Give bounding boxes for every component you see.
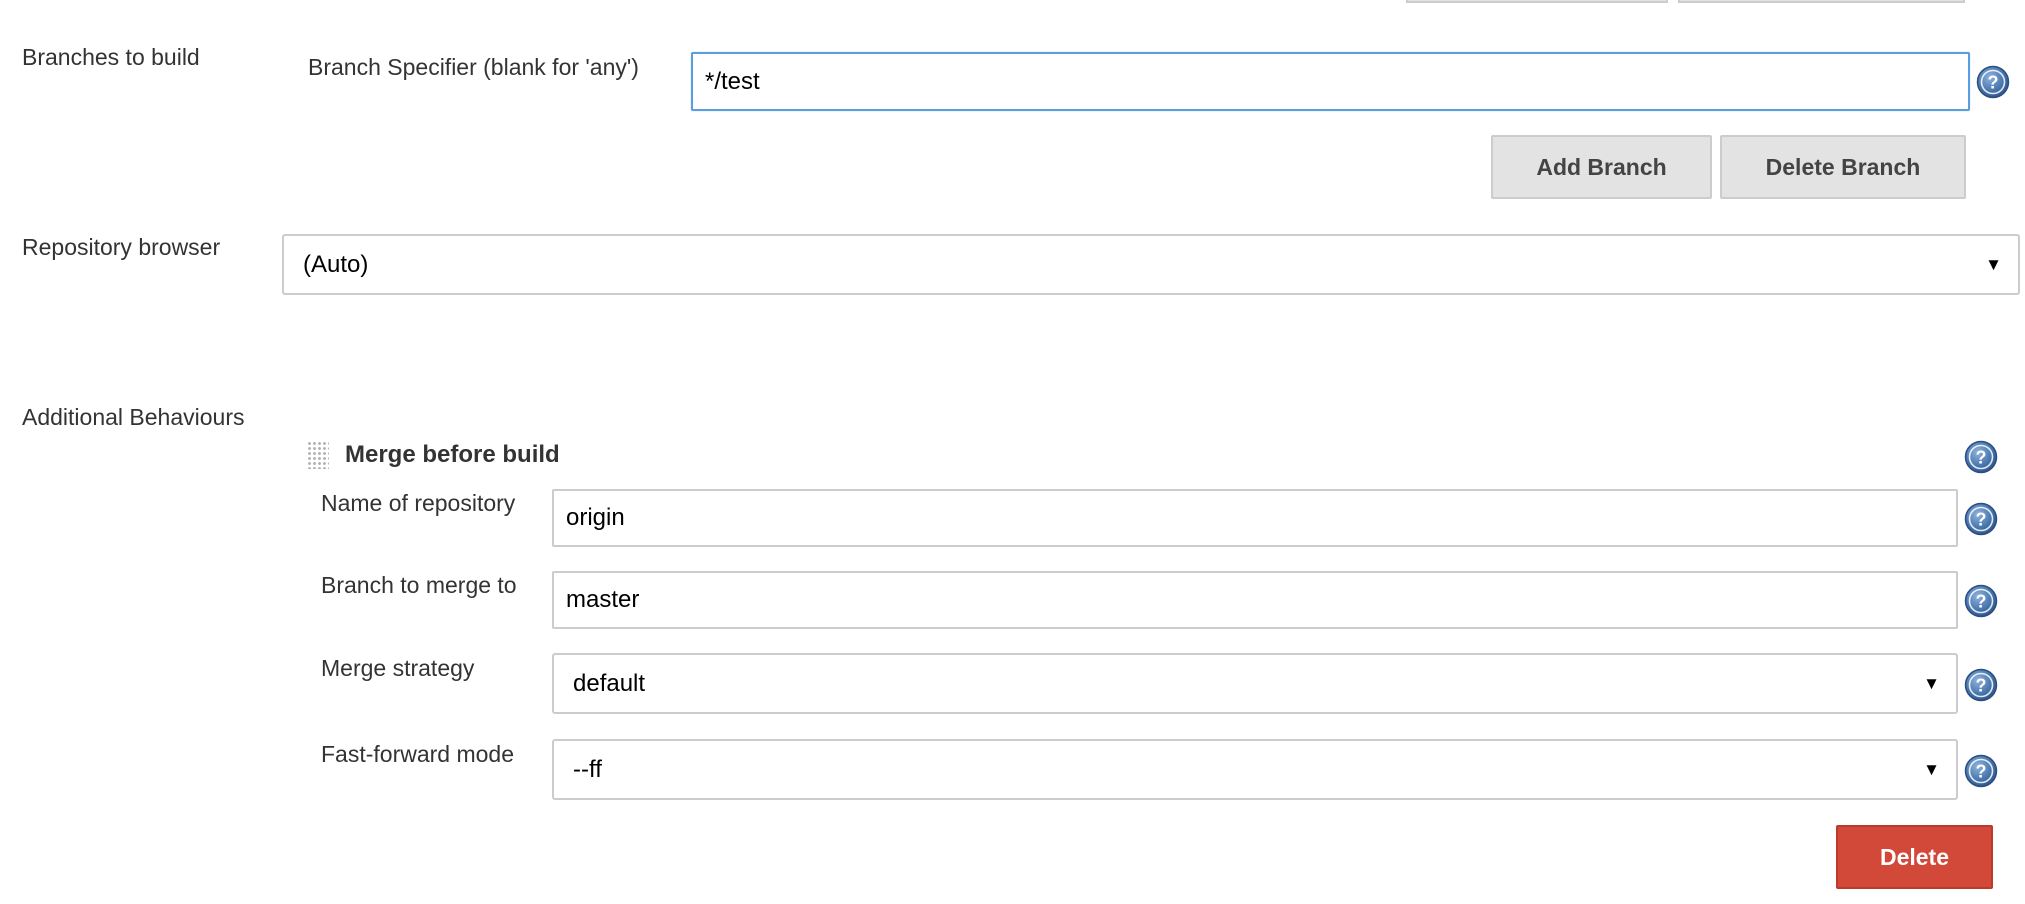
fast-forward-label: Fast-forward mode xyxy=(321,741,515,767)
repository-browser-selected: (Auto) xyxy=(303,250,369,278)
caret-down-icon: ▼ xyxy=(1985,254,2002,274)
merge-branch-help-icon[interactable] xyxy=(1964,584,1998,618)
merge-branch-input[interactable] xyxy=(552,571,1958,629)
merge-strategy-label: Merge strategy xyxy=(321,655,475,681)
repo-name-input[interactable] xyxy=(552,489,1958,547)
repository-browser-select[interactable]: (Auto) ▼ xyxy=(282,234,2020,295)
branch-specifier-label: Branch Specifier (blank for 'any') xyxy=(308,54,639,80)
merge-before-build-help-icon[interactable] xyxy=(1964,440,1998,474)
delete-branch-button[interactable]: Delete Branch xyxy=(1720,135,1966,199)
additional-behaviours-label: Additional Behaviours xyxy=(22,404,245,430)
top-button-stub-right xyxy=(1678,0,1965,3)
branch-specifier-help-icon[interactable] xyxy=(1976,65,2010,99)
branch-specifier-input[interactable] xyxy=(691,52,1970,111)
repo-name-help-icon[interactable] xyxy=(1964,502,1998,536)
caret-down-icon: ▼ xyxy=(1923,673,1940,693)
merge-strategy-help-icon[interactable] xyxy=(1964,668,1998,702)
merge-strategy-selected: default xyxy=(573,669,646,697)
merge-branch-label: Branch to merge to xyxy=(321,572,517,598)
fast-forward-help-icon[interactable] xyxy=(1964,754,1998,788)
delete-behaviour-button[interactable]: Delete xyxy=(1836,825,1993,889)
fast-forward-select[interactable]: --ff ▼ xyxy=(552,739,1958,800)
branches-section-label: Branches to build xyxy=(22,44,200,70)
fast-forward-selected: --ff xyxy=(573,755,602,783)
top-button-stub-left xyxy=(1406,0,1668,3)
caret-down-icon: ▼ xyxy=(1923,759,1940,779)
merge-strategy-select[interactable]: default ▼ xyxy=(552,653,1958,714)
repo-name-label: Name of repository xyxy=(321,490,516,516)
add-branch-button[interactable]: Add Branch xyxy=(1491,135,1712,199)
repository-browser-label: Repository browser xyxy=(22,234,221,260)
drag-handle-icon[interactable] xyxy=(307,441,329,469)
merge-before-build-title: Merge before build xyxy=(345,441,560,468)
